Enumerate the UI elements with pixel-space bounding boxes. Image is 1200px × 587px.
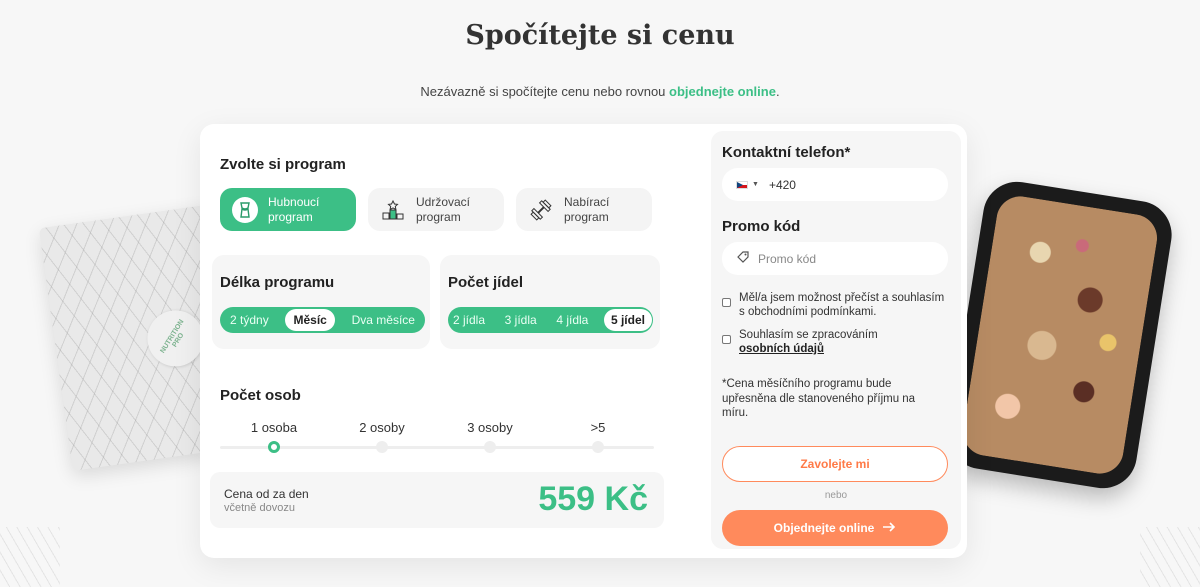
decorative-pattern-right bbox=[1140, 527, 1200, 587]
slim-body-icon bbox=[232, 196, 258, 223]
phone-field[interactable]: ▼ +420 bbox=[722, 168, 948, 201]
length-option-mesic[interactable]: Měsíc bbox=[285, 309, 335, 331]
meals-option-4[interactable]: 4 jídla bbox=[552, 309, 592, 331]
length-option-dva-mesice[interactable]: Dva měsíce bbox=[344, 309, 423, 331]
persons-dot-1[interactable] bbox=[268, 441, 280, 453]
program-option-udrzovaci[interactable]: Udržovací program bbox=[368, 188, 504, 231]
program-option-nabiraci[interactable]: Nabírací program bbox=[516, 188, 652, 231]
length-title: Délka programu bbox=[220, 274, 335, 291]
price-note: *Cena měsíčního programu bude upřesněna … bbox=[722, 378, 916, 419]
meals-option-2[interactable]: 2 jídla bbox=[449, 309, 489, 331]
price-value: 559 Kč bbox=[538, 480, 648, 518]
calculator-options: Zvolte si program Hubnoucí program Udržo… bbox=[200, 124, 710, 558]
persons-title: Počet osob bbox=[220, 387, 301, 404]
page-subtitle: Nezávazně si spočítejte cenu nebo rovnou… bbox=[420, 84, 780, 99]
persons-selector: 1 osoba 2 osoby 3 osoby >5 bbox=[220, 420, 654, 460]
order-online-link[interactable]: objednejte online bbox=[669, 84, 776, 99]
length-option-2-tydny[interactable]: 2 týdny bbox=[222, 309, 277, 331]
czech-flag-icon[interactable] bbox=[736, 180, 748, 189]
persons-option-5plus[interactable]: >5 bbox=[544, 420, 652, 435]
price-label: Cena od za den bbox=[224, 487, 309, 501]
persons-option-3[interactable]: 3 osoby bbox=[436, 420, 544, 435]
meal-food bbox=[959, 192, 1161, 478]
price-sublabel: včetně dovozu bbox=[224, 502, 295, 514]
promo-title: Promo kód bbox=[722, 218, 801, 235]
promo-code-field[interactable]: Promo kód bbox=[722, 242, 948, 275]
persons-dot-5plus[interactable] bbox=[592, 441, 604, 453]
persons-dot-2[interactable] bbox=[376, 441, 388, 453]
contact-form: Kontaktní telefon* ▼ +420 Promo kód Prom… bbox=[711, 131, 961, 549]
persons-dot-3[interactable] bbox=[484, 441, 496, 453]
meals-card: Počet jídel 2 jídla 3 jídla 4 jídla 5 jí… bbox=[440, 255, 660, 349]
consent-terms-label: Měl/a jsem možnost přečíst a souhlasím s… bbox=[739, 292, 945, 318]
meals-option-5[interactable]: 5 jídel bbox=[603, 309, 652, 331]
consent-data-row: Souhlasím se zpracováním osobních údajů bbox=[722, 328, 952, 356]
persons-slider-track[interactable] bbox=[220, 446, 654, 449]
meals-option-3[interactable]: 3 jídla bbox=[501, 309, 541, 331]
persons-option-2[interactable]: 2 osoby bbox=[328, 420, 436, 435]
chevron-down-icon[interactable]: ▼ bbox=[752, 181, 759, 188]
meals-title: Počet jídel bbox=[448, 274, 524, 291]
page-title: Spočítejte si cenu bbox=[465, 20, 735, 51]
persons-option-1[interactable]: 1 osoba bbox=[220, 420, 328, 435]
consent-data-label: Souhlasím se zpracováním osobních údajů bbox=[739, 329, 878, 355]
meals-selector: 2 jídla 3 jídla 4 jídla 5 jídel bbox=[448, 307, 653, 333]
program-option-hubnouci[interactable]: Hubnoucí program bbox=[220, 188, 356, 231]
consent-terms-checkbox[interactable] bbox=[722, 298, 731, 307]
dumbbell-icon bbox=[528, 197, 554, 223]
consent-terms-row: Měl/a jsem možnost přečíst a souhlasím s… bbox=[722, 291, 952, 319]
meal-box-image bbox=[943, 176, 1177, 494]
length-card: Délka programu 2 týdny Měsíc Dva měsíce bbox=[212, 255, 430, 349]
phone-title: Kontaktní telefon* bbox=[722, 144, 851, 161]
personal-data-link[interactable]: osobních údajů bbox=[739, 343, 824, 355]
phone-prefix: +420 bbox=[768, 177, 796, 192]
arrow-right-icon bbox=[882, 521, 896, 535]
decorative-pattern-left bbox=[0, 527, 60, 587]
consent-data-checkbox[interactable] bbox=[722, 335, 731, 344]
podium-icon bbox=[380, 197, 406, 223]
order-online-label: Objednejte online bbox=[773, 521, 875, 535]
price-summary: Cena od za den včetně dovozu 559 Kč bbox=[210, 472, 664, 528]
promo-placeholder: Promo kód bbox=[758, 251, 817, 266]
order-online-button[interactable]: Objednejte online bbox=[722, 510, 948, 546]
program-title: Zvolte si program bbox=[220, 156, 346, 173]
length-selector: 2 týdny Měsíc Dva měsíce bbox=[220, 307, 425, 333]
or-separator: nebo bbox=[824, 490, 848, 501]
tag-icon bbox=[736, 250, 750, 267]
price-calculator-card: Zvolte si program Hubnoucí program Udržo… bbox=[200, 124, 967, 558]
call-me-button[interactable]: Zavolejte mi bbox=[722, 446, 948, 482]
